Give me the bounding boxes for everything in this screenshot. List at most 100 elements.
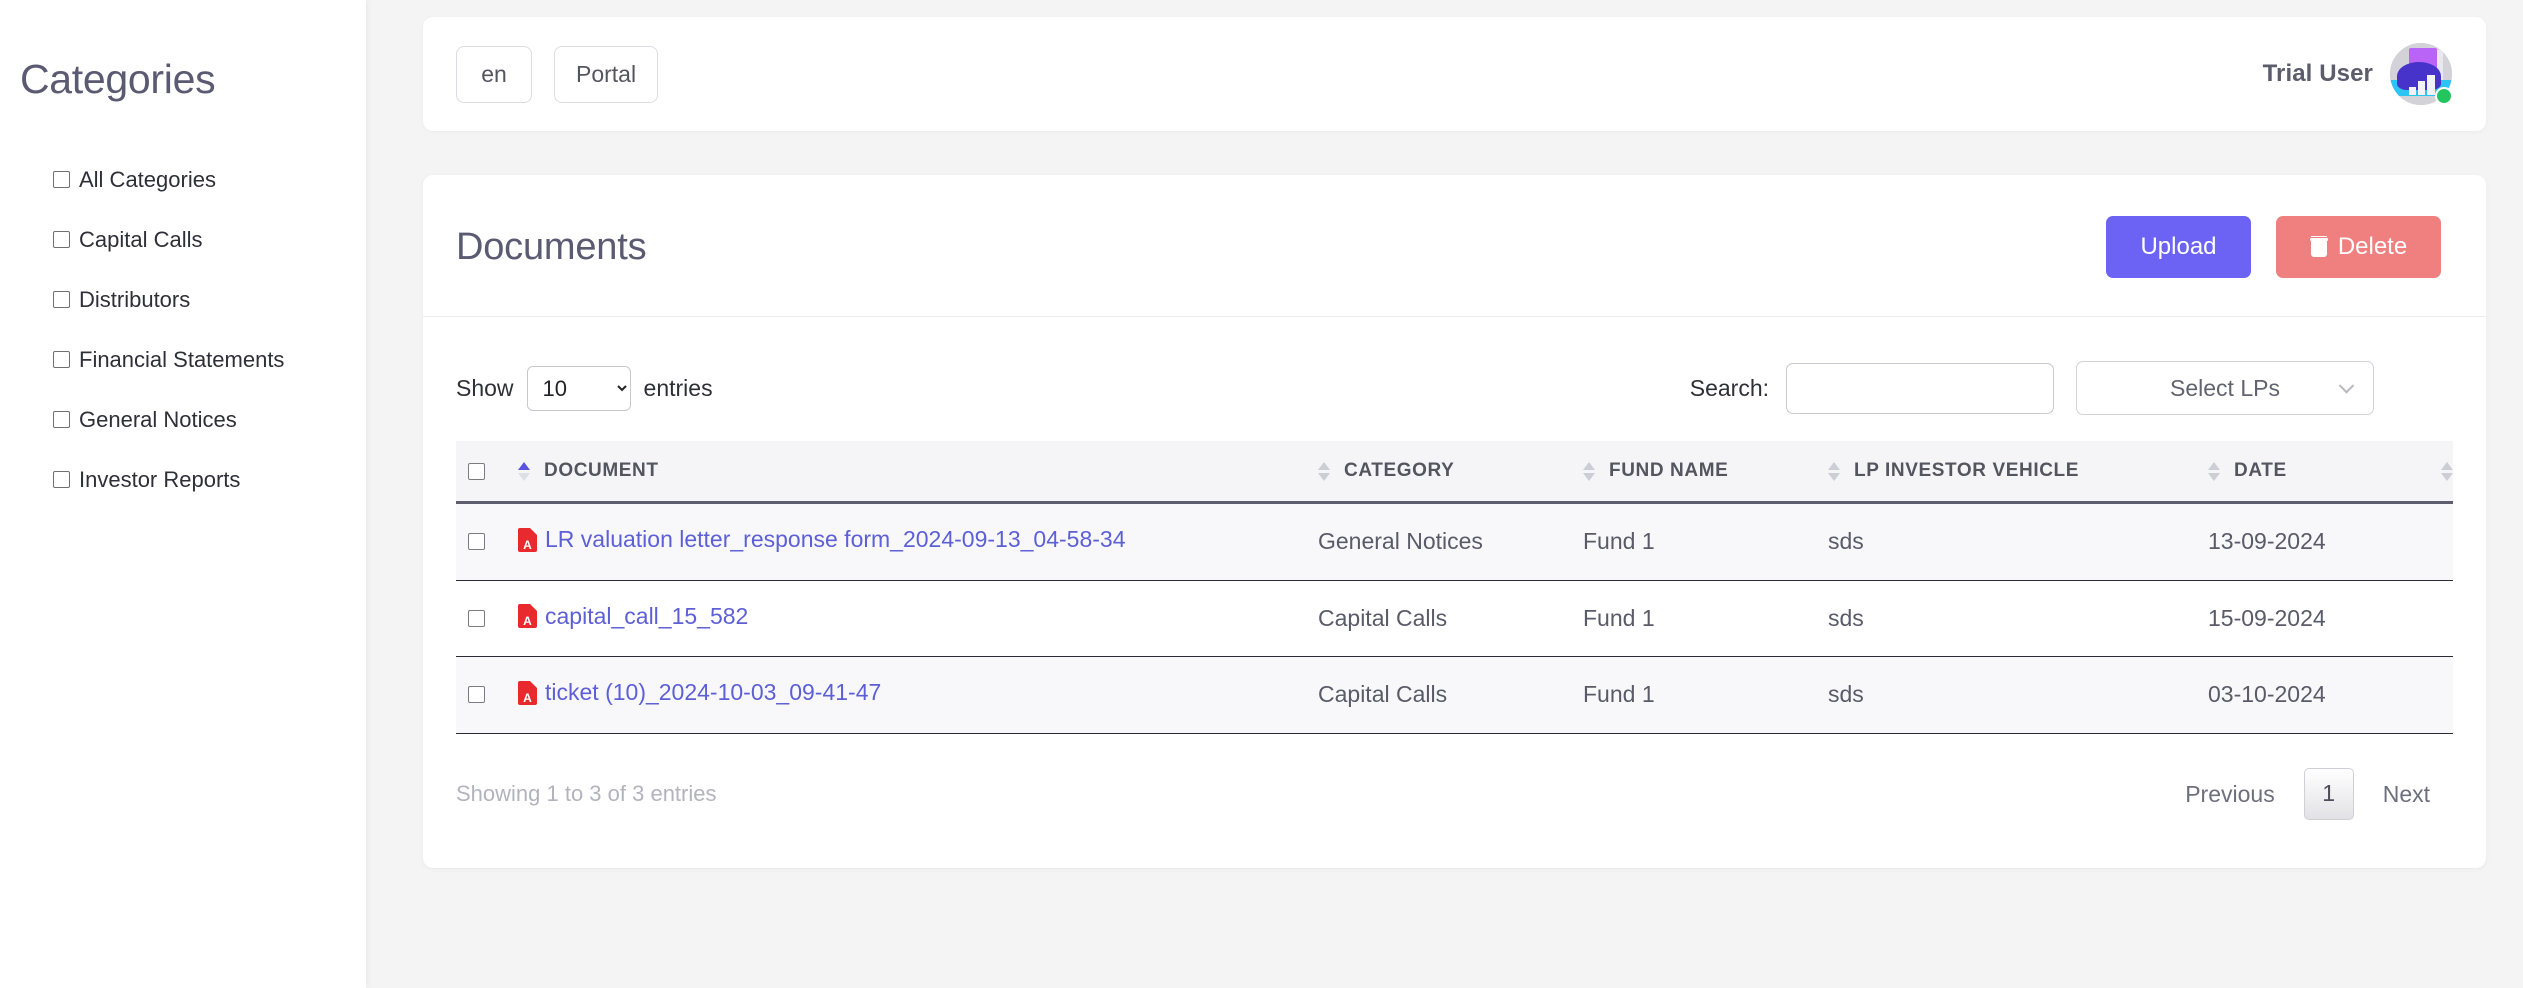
table-row[interactable]: LR valuation letter_response form_2024-0… — [456, 502, 2453, 581]
column-label: DATE — [2234, 460, 2287, 481]
document-name: capital_call_15_582 — [545, 602, 749, 629]
sidebar-item-investor-reports[interactable]: Investor Reports — [53, 463, 366, 497]
delete-button-label: Delete — [2337, 233, 2408, 260]
cell-category: Capital Calls — [1318, 656, 1583, 734]
pagination-previous[interactable]: Previous — [2162, 768, 2297, 820]
column-header-document[interactable]: DOCUMENT — [518, 441, 1318, 504]
cell-fund-name: Fund 1 — [1583, 580, 1828, 657]
entries-info: Showing 1 to 3 of 3 entries — [456, 780, 717, 806]
cell-fund-name: Fund 1 — [1583, 656, 1828, 734]
column-header-lp-investor-vehicle[interactable]: LP INVESTOR VEHICLE — [1828, 441, 2208, 504]
sidebar-item-capital-calls[interactable]: Capital Calls — [53, 223, 366, 257]
table-row[interactable]: capital_call_15_582 Capital Calls Fund 1… — [456, 580, 2453, 657]
sort-icon-date-left[interactable] — [2208, 461, 2220, 481]
cell-lp-investor-vehicle: sds — [1828, 656, 2208, 734]
pagination-page-1[interactable]: 1 — [2303, 767, 2354, 820]
column-header-category[interactable]: CATEGORY — [1318, 441, 1583, 504]
page-length-control: Show 10 25 50 100 entries — [456, 365, 713, 411]
table-head: DOCUMENT CATEGORY FUND NAME LP INVESTOR … — [456, 441, 2453, 504]
cell-document[interactable]: capital_call_15_582 — [518, 580, 1318, 657]
row-select-cell[interactable] — [456, 580, 518, 657]
main-content: en Portal Trial User Documents Upload De… — [366, 0, 2523, 988]
select-all-checkbox[interactable] — [468, 462, 485, 480]
sidebar-item-all-categories[interactable]: All Categories — [53, 163, 366, 197]
checkbox-distributors[interactable] — [53, 290, 70, 308]
sort-icon-category[interactable] — [1318, 461, 1330, 481]
column-label: LP INVESTOR VEHICLE — [1854, 460, 2080, 481]
sidebar-item-label: Distributors — [79, 287, 191, 312]
upload-button-label: Upload — [2140, 233, 2217, 260]
sort-icon-fund-name[interactable] — [1583, 461, 1595, 481]
documents-table-container: Show 10 25 50 100 entries Search: — [423, 317, 2486, 868]
search-input[interactable] — [1786, 362, 2054, 414]
sidebar-item-distributors[interactable]: Distributors — [53, 283, 366, 317]
categories-sidebar: Categories All Categories Capital Calls … — [0, 0, 366, 988]
cell-category: Capital Calls — [1318, 580, 1583, 657]
table-header-row: DOCUMENT CATEGORY FUND NAME LP INVESTOR … — [456, 441, 2453, 504]
column-label: DOCUMENT — [544, 460, 659, 481]
checkbox-capital-calls[interactable] — [53, 230, 70, 248]
user-menu[interactable]: Trial User — [2263, 43, 2458, 105]
language-button[interactable]: en — [456, 45, 532, 103]
table-body: LR valuation letter_response form_2024-0… — [456, 502, 2453, 734]
select-lps-label: Select LPs — [2170, 374, 2280, 401]
sidebar-item-financial-statements[interactable]: Financial Statements — [53, 343, 366, 377]
cell-lp-investor-vehicle: sds — [1828, 502, 2208, 581]
page-title: Documents — [456, 225, 647, 268]
portal-button[interactable]: Portal — [554, 45, 659, 103]
cell-document[interactable]: LR valuation letter_response form_2024-0… — [518, 502, 1318, 581]
cell-date: 13-09-2024 — [2208, 502, 2453, 581]
sidebar-item-label: Financial Statements — [79, 347, 285, 372]
sidebar-item-label: Capital Calls — [79, 227, 203, 252]
entries-label: entries — [643, 374, 713, 401]
row-select-cell[interactable] — [456, 656, 518, 734]
sort-icon-document[interactable] — [518, 461, 530, 481]
table-toolbar: Show 10 25 50 100 entries Search: — [456, 361, 2453, 415]
checkbox-investor-reports[interactable] — [53, 470, 70, 488]
sidebar-item-label: Investor Reports — [79, 467, 241, 492]
row-checkbox[interactable] — [468, 686, 485, 704]
document-link[interactable]: LR valuation letter_response form_2024-0… — [518, 526, 1125, 553]
sort-icon-lp-investor-vehicle[interactable] — [1828, 461, 1840, 481]
table-footer: Showing 1 to 3 of 3 entries Previous 1 N… — [456, 734, 2453, 868]
app-root: Categories All Categories Capital Calls … — [0, 0, 2523, 988]
select-lps-dropdown[interactable]: Select LPs — [2076, 361, 2374, 415]
document-link[interactable]: capital_call_15_582 — [518, 603, 748, 630]
checkbox-general-notices[interactable] — [53, 410, 70, 428]
show-label: Show — [456, 374, 514, 401]
column-header-date[interactable]: DATE — [2208, 441, 2453, 504]
sort-icon-date[interactable] — [2441, 461, 2453, 481]
sidebar-item-general-notices[interactable]: General Notices — [53, 403, 366, 437]
checkbox-financial-statements[interactable] — [53, 350, 70, 368]
cell-date: 15-09-2024 — [2208, 580, 2453, 657]
pdf-icon — [518, 604, 537, 628]
chevron-down-icon — [2338, 378, 2355, 394]
pagination-next[interactable]: Next — [2360, 768, 2453, 820]
user-name-label: Trial User — [2262, 60, 2373, 87]
cell-fund-name: Fund 1 — [1583, 502, 1828, 581]
trash-icon — [2309, 237, 2328, 257]
upload-button[interactable]: Upload — [2106, 216, 2251, 278]
column-header-fund-name[interactable]: FUND NAME — [1583, 441, 1828, 504]
page-length-select[interactable]: 10 25 50 100 — [526, 365, 631, 411]
pdf-icon — [518, 680, 537, 705]
checkbox-all-categories[interactable] — [53, 170, 70, 188]
cell-lp-investor-vehicle: sds — [1828, 580, 2208, 657]
search-control: Search: — [1690, 362, 2054, 414]
table-row[interactable]: ticket (10)_2024-10-03_09-41-47 Capital … — [456, 656, 2453, 734]
document-name: ticket (10)_2024-10-03_09-41-47 — [545, 679, 882, 705]
top-navbar: en Portal Trial User — [423, 17, 2486, 131]
sidebar-title: Categories — [20, 56, 216, 102]
cell-document[interactable]: ticket (10)_2024-10-03_09-41-47 — [518, 656, 1318, 734]
column-label: FUND NAME — [1609, 460, 1729, 481]
documents-panel: Documents Upload Delete Show 10 entries … — [423, 175, 2486, 868]
sidebar-item-label: General Notices — [79, 407, 237, 432]
column-header-select-all[interactable] — [456, 441, 518, 504]
delete-button[interactable]: Delete — [2276, 216, 2441, 278]
row-checkbox[interactable] — [468, 533, 485, 551]
row-checkbox[interactable] — [468, 609, 485, 627]
document-link[interactable]: ticket (10)_2024-10-03_09-41-47 — [518, 679, 881, 706]
category-filter-list: All Categories Capital Calls Distributor… — [0, 163, 366, 497]
row-select-cell[interactable] — [456, 502, 518, 581]
avatar[interactable] — [2390, 43, 2453, 105]
